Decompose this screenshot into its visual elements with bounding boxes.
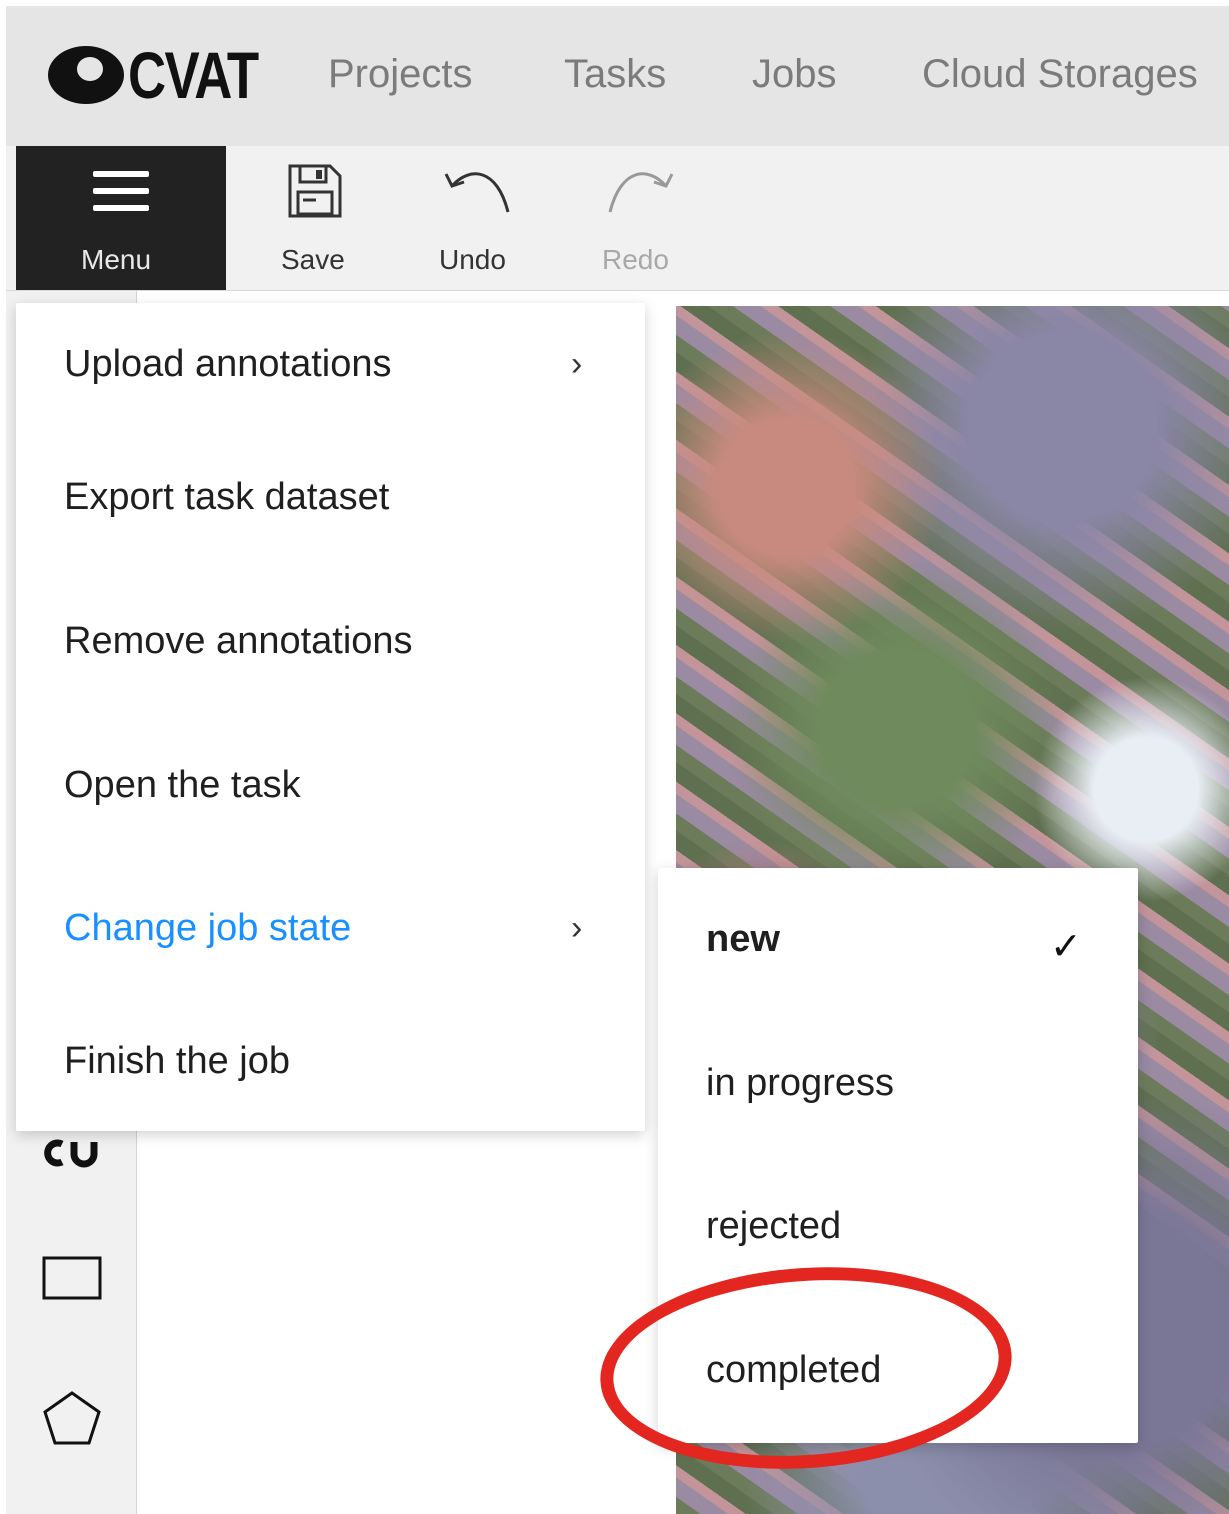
- nav-tasks[interactable]: Tasks: [564, 52, 666, 97]
- menu-item-upload-annotations[interactable]: Upload annotations: [64, 343, 391, 386]
- job-state-in-progress[interactable]: in progress: [706, 1062, 894, 1105]
- job-state-rejected[interactable]: rejected: [706, 1205, 841, 1248]
- menu-item-finish-the-job[interactable]: Finish the job: [64, 1040, 290, 1083]
- annotation-menu: Upload annotations › Export task dataset…: [16, 303, 645, 1131]
- logo-text: CVAT: [128, 38, 259, 112]
- menu-item-change-job-state[interactable]: Change job state: [64, 907, 351, 950]
- undo-icon[interactable]: [442, 166, 514, 218]
- cvat-logo[interactable]: CVAT: [46, 38, 290, 112]
- redo-label[interactable]: Redo: [602, 244, 669, 276]
- checkmark-icon: ✓: [1050, 926, 1082, 968]
- save-label[interactable]: Save: [281, 244, 345, 276]
- cvat-logo-icon: [48, 46, 124, 104]
- chevron-right-icon: ›: [571, 345, 583, 383]
- nav-cloud-storages[interactable]: Cloud Storages: [922, 52, 1198, 97]
- job-state-new[interactable]: new: [706, 918, 780, 961]
- redo-icon[interactable]: [604, 166, 676, 218]
- hamburger-icon: [93, 171, 149, 222]
- menu-item-export-task-dataset[interactable]: Export task dataset: [64, 476, 389, 519]
- nav-jobs[interactable]: Jobs: [752, 52, 837, 97]
- menu-item-remove-annotations[interactable]: Remove annotations: [64, 620, 413, 663]
- nav-projects[interactable]: Projects: [328, 52, 473, 97]
- save-icon[interactable]: [286, 162, 344, 220]
- undo-label[interactable]: Undo: [439, 244, 506, 276]
- rectangle-icon[interactable]: [42, 1256, 102, 1302]
- menu-item-open-the-task[interactable]: Open the task: [64, 764, 301, 807]
- chevron-right-icon: ›: [571, 909, 583, 947]
- polygon-icon[interactable]: [42, 1390, 102, 1446]
- menu-button-label: Menu: [81, 244, 152, 275]
